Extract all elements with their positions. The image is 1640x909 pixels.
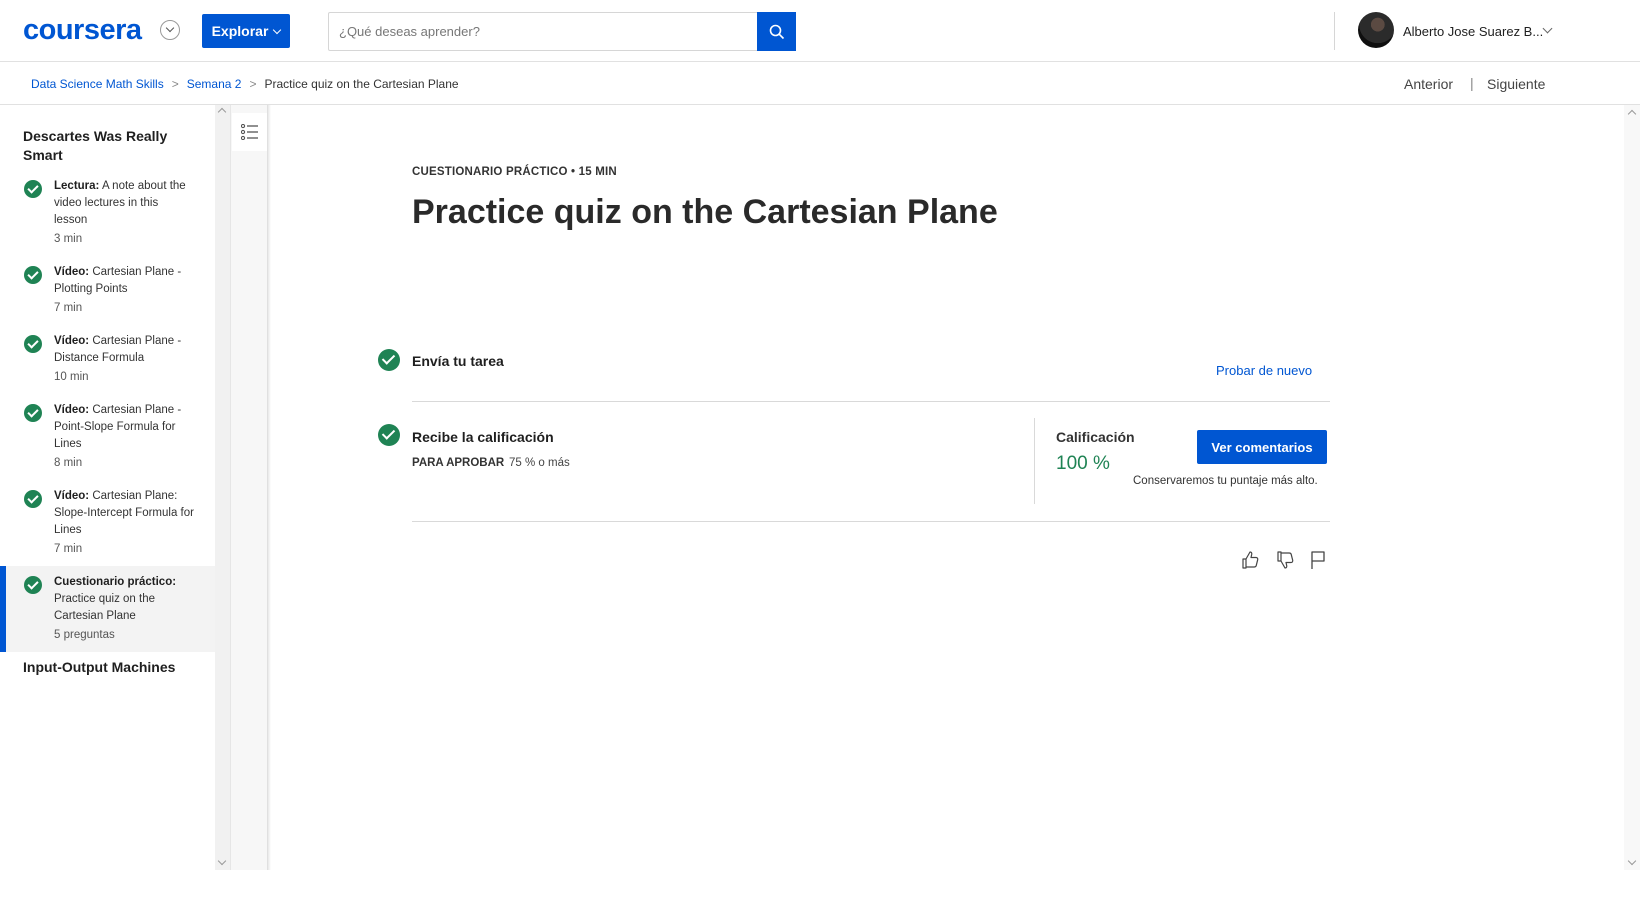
scroll-up-icon[interactable]	[1627, 109, 1637, 119]
view-feedback-button[interactable]: Ver comentarios	[1197, 430, 1327, 464]
sidebar-item-video-plotting[interactable]: Vídeo: Cartesian Plane - Plotting Points…	[0, 261, 215, 323]
item-title: Practice quiz on the Cartesian Plane	[54, 593, 156, 622]
user-name[interactable]: Alberto Jose Suarez B...	[1403, 24, 1543, 39]
check-circle-icon	[378, 424, 400, 446]
pass-label: PARA APROBAR	[412, 457, 505, 469]
item-eyebrow: CUESTIONARIO PRÁCTICO • 15 MIN	[412, 166, 617, 178]
check-circle-icon	[24, 404, 42, 422]
check-circle-icon	[24, 266, 42, 284]
page-scrollbar[interactable]	[1624, 105, 1640, 870]
section-title: Descartes Was Really Smart	[23, 128, 168, 163]
check-circle-icon	[24, 576, 42, 594]
toc-column	[230, 105, 268, 870]
next-link[interactable]: Siguiente	[1487, 76, 1545, 92]
search-box	[328, 12, 796, 51]
breadcrumb-current: Practice quiz on the Cartesian Plane	[264, 77, 459, 91]
nav-divider: |	[1470, 75, 1474, 91]
keep-highest-note: Conservaremos tu puntaje más alto.	[1133, 475, 1318, 487]
search-button[interactable]	[757, 12, 796, 51]
item-duration: 8 min	[54, 457, 83, 469]
thumbs-up-icon	[1242, 551, 1259, 569]
item-duration: 7 min	[54, 302, 83, 314]
previous-link[interactable]: Anterior	[1404, 76, 1453, 92]
chevron-down-icon	[273, 25, 282, 34]
item-type: Lectura:	[54, 180, 100, 192]
sidebar-item-video-distance[interactable]: Vídeo: Cartesian Plane - Distance Formul…	[0, 330, 215, 392]
grade-label: Calificación	[1056, 429, 1135, 445]
sidebar-scrollbar[interactable]	[215, 105, 230, 870]
item-text: Vídeo: Cartesian Plane - Plotting Points…	[54, 264, 194, 317]
search-input[interactable]	[329, 13, 759, 50]
item-duration: 10 min	[54, 371, 89, 383]
pass-value: 75 % o más	[509, 457, 570, 469]
check-circle-icon	[378, 349, 400, 371]
item-type: Vídeo:	[54, 266, 90, 278]
chevron-down-icon[interactable]	[1542, 23, 1553, 34]
item-text: Vídeo: Cartesian Plane - Distance Formul…	[54, 333, 194, 386]
report-button[interactable]	[1307, 549, 1329, 571]
breadcrumb-course[interactable]: Data Science Math Skills	[31, 77, 164, 91]
grade-divider	[1034, 418, 1035, 504]
sidebar-item-reading[interactable]: Lectura: A note about the video lectures…	[0, 175, 215, 255]
scroll-up-icon[interactable]	[217, 107, 227, 117]
item-type: Vídeo:	[54, 404, 90, 416]
thumbs-down-icon	[1277, 551, 1294, 569]
divider	[412, 521, 1330, 522]
dislike-button[interactable]	[1274, 549, 1296, 571]
chevron-right-icon: >	[249, 77, 257, 91]
step-submit-title: Envía tu tarea	[412, 353, 504, 369]
explore-label: Explorar	[211, 23, 269, 39]
breadcrumb-bar: Data Science Math Skills > Semana 2 > Pr…	[0, 62, 1640, 105]
scroll-down-icon[interactable]	[217, 856, 227, 866]
grade-value: 100 %	[1056, 453, 1110, 474]
chevron-right-icon: >	[171, 77, 179, 91]
flag-icon	[1311, 551, 1325, 569]
sidebar-item-video-slope-intercept[interactable]: Vídeo: Cartesian Plane: Slope-Intercept …	[0, 485, 215, 565]
item-text: Cuestionario práctico: Practice quiz on …	[54, 574, 194, 644]
item-type: Cuestionario práctico:	[54, 576, 177, 588]
item-text: Lectura: A note about the video lectures…	[54, 178, 194, 248]
panel-shadow	[268, 105, 271, 870]
like-button[interactable]	[1239, 549, 1261, 571]
item-duration: 7 min	[54, 543, 83, 555]
sidebar-item-video-point-slope[interactable]: Vídeo: Cartesian Plane - Point-Slope For…	[0, 399, 215, 479]
next-section-title[interactable]: Input-Output Machines	[23, 658, 203, 677]
header-divider	[1334, 12, 1335, 50]
search-icon	[769, 24, 784, 39]
item-type: Vídeo:	[54, 490, 90, 502]
breadcrumb-week[interactable]: Semana 2	[187, 77, 242, 91]
item-type: Vídeo:	[54, 335, 90, 347]
chevron-down-icon[interactable]	[160, 20, 180, 40]
toc-toggle-button[interactable]	[232, 113, 267, 151]
explore-button[interactable]: Explorar	[202, 14, 290, 48]
sidebar-item-practice-quiz[interactable]: Cuestionario práctico: Practice quiz on …	[0, 566, 215, 652]
check-circle-icon	[24, 335, 42, 353]
retry-link[interactable]: Probar de nuevo	[1216, 363, 1312, 378]
breadcrumb: Data Science Math Skills > Semana 2 > Pr…	[31, 77, 459, 91]
list-icon	[240, 124, 258, 140]
step-grade-title: Recibe la calificación	[412, 429, 554, 445]
coursera-logo[interactable]: coursera	[23, 14, 142, 47]
check-circle-icon	[24, 180, 42, 198]
lesson-sidebar: Descartes Was Really Smart Lectura: A no…	[0, 105, 215, 870]
divider	[412, 401, 1330, 402]
item-duration: 5 preguntas	[54, 629, 115, 641]
item-text: Vídeo: Cartesian Plane - Point-Slope For…	[54, 402, 194, 472]
avatar[interactable]	[1358, 12, 1394, 48]
item-text: Vídeo: Cartesian Plane: Slope-Intercept …	[54, 488, 194, 558]
page-title: Practice quiz on the Cartesian Plane	[412, 193, 998, 231]
item-duration: 3 min	[54, 233, 83, 245]
check-circle-icon	[24, 490, 42, 508]
top-header: coursera Explorar Alberto Jose Suarez B.…	[0, 0, 1640, 62]
scroll-down-icon[interactable]	[1627, 856, 1637, 866]
